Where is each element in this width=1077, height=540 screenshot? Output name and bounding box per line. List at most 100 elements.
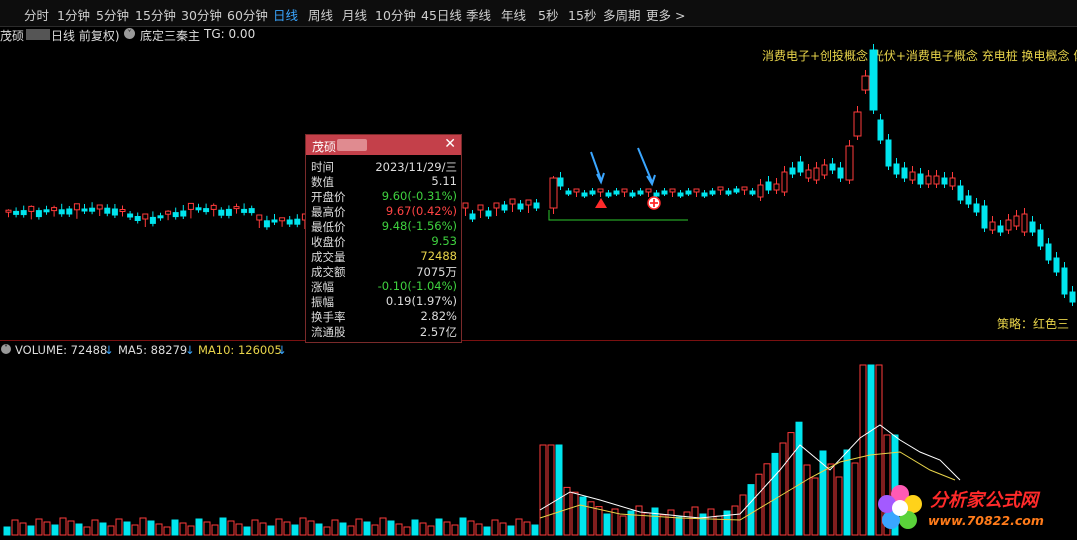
info-row-label: 振幅 <box>311 294 334 310</box>
volume-bar <box>660 515 666 535</box>
volume-bar <box>524 522 530 535</box>
info-row-value: 2023/11/29/三 <box>375 159 457 175</box>
volume-bar <box>36 519 42 535</box>
volume-chart[interactable] <box>0 0 1077 540</box>
info-row-value: -0.10(-1.04%) <box>378 279 457 293</box>
logo-title: 分析家公式网 <box>930 486 1038 512</box>
volume-bar <box>804 465 810 535</box>
info-row-label: 流通股 <box>311 324 346 340</box>
volume-bar <box>204 522 210 535</box>
info-row-label: 开盘价 <box>311 189 346 205</box>
volume-bar <box>412 520 418 535</box>
volume-bar <box>20 523 26 535</box>
info-row: 开盘价 9.60(-0.31%) <box>306 189 461 204</box>
volume-bar <box>436 519 442 535</box>
volume-bar <box>540 445 546 535</box>
flower-logo-icon <box>876 484 924 532</box>
info-row-label: 最低价 <box>311 219 346 235</box>
volume-bar <box>12 520 18 535</box>
info-row: 成交额 7075万 <box>306 264 461 279</box>
volume-bar <box>572 492 578 535</box>
info-row-label: 成交量 <box>311 249 346 265</box>
close-icon[interactable]: ✕ <box>444 136 456 152</box>
volume-bar <box>76 524 82 535</box>
volume-bar <box>596 507 602 535</box>
bar-info-panel[interactable]: 茂硕 ✕ 时间 2023/11/29/三 数值 5.11 开盘价 9.60(-0.31%)… <box>305 134 462 343</box>
volume-bar <box>796 422 802 535</box>
volume-bar <box>236 524 242 535</box>
volume-bar <box>100 523 106 535</box>
volume-bar <box>356 519 362 535</box>
info-row-value: 2.82% <box>420 309 457 323</box>
volume-bar <box>604 514 610 535</box>
volume-bar <box>652 508 658 535</box>
volume-bar <box>308 521 314 535</box>
volume-bar <box>740 495 746 535</box>
volume-bar <box>636 506 642 535</box>
volume-bar <box>292 525 298 535</box>
volume-bar <box>180 523 186 535</box>
volume-bar <box>460 518 466 535</box>
site-logo: 分析家公式网 www.70822.com <box>868 480 1068 536</box>
volume-bar <box>260 523 266 535</box>
volume-bar <box>748 485 754 535</box>
info-row: 数值 5.11 <box>306 174 461 189</box>
logo-url: www.70822.com <box>928 513 1044 528</box>
volume-bar <box>364 522 370 535</box>
info-row: 换手率 2.82% <box>306 309 461 324</box>
volume-bar <box>620 516 626 535</box>
volume-bar <box>188 526 194 535</box>
volume-bar <box>124 522 130 535</box>
info-row-value: 72488 <box>420 249 457 263</box>
info-row: 涨幅 -0.10(-1.04%) <box>306 279 461 294</box>
info-row-label: 涨幅 <box>311 279 334 295</box>
volume-bar <box>452 525 458 535</box>
volume-bar <box>508 526 514 535</box>
volume-bar <box>756 474 762 535</box>
volume-bar <box>388 521 394 535</box>
volume-bar <box>780 443 786 535</box>
volume-bar <box>52 525 58 535</box>
volume-bar <box>140 518 146 535</box>
volume-bar <box>340 523 346 535</box>
volume-bar <box>212 525 218 535</box>
volume-bar <box>372 525 378 535</box>
volume-bar <box>332 520 338 535</box>
volume-bar <box>244 527 250 535</box>
info-row: 时间 2023/11/29/三 <box>306 159 461 174</box>
volume-bar <box>252 520 258 535</box>
volume-bar <box>836 477 842 535</box>
volume-bar <box>324 527 330 535</box>
info-panel-header[interactable]: 茂硕 ✕ <box>306 135 461 155</box>
volume-bar <box>196 519 202 535</box>
info-row-value: 9.60(-0.31%) <box>382 189 457 203</box>
volume-bar <box>68 521 74 535</box>
volume-bar <box>812 478 818 535</box>
volume-bar <box>852 463 858 535</box>
volume-bar <box>220 518 226 535</box>
info-panel-name-mask <box>337 139 367 151</box>
info-row-value: 9.48(-1.56%) <box>382 219 457 233</box>
volume-bar <box>116 519 122 535</box>
volume-bar <box>92 520 98 535</box>
volume-bar <box>148 521 154 535</box>
volume-bar <box>668 510 674 535</box>
info-panel-title: 茂硕 <box>312 138 336 155</box>
volume-bar <box>300 518 306 535</box>
volume-bar <box>844 450 850 535</box>
volume-bar <box>556 445 562 535</box>
volume-bar <box>60 518 66 535</box>
info-row: 流通股 2.57亿 <box>306 324 461 339</box>
volume-bar <box>476 524 482 535</box>
info-row-label: 数值 <box>311 174 334 190</box>
volume-bar <box>692 507 698 535</box>
volume-bar <box>764 464 770 535</box>
info-row-value: 7075万 <box>416 264 457 280</box>
volume-bar <box>316 524 322 535</box>
volume-bar <box>548 445 554 535</box>
volume-bar <box>348 526 354 535</box>
info-row: 最低价 9.48(-1.56%) <box>306 219 461 234</box>
volume-bar <box>164 527 170 535</box>
volume-bar <box>580 497 586 535</box>
volume-bar <box>828 464 834 535</box>
